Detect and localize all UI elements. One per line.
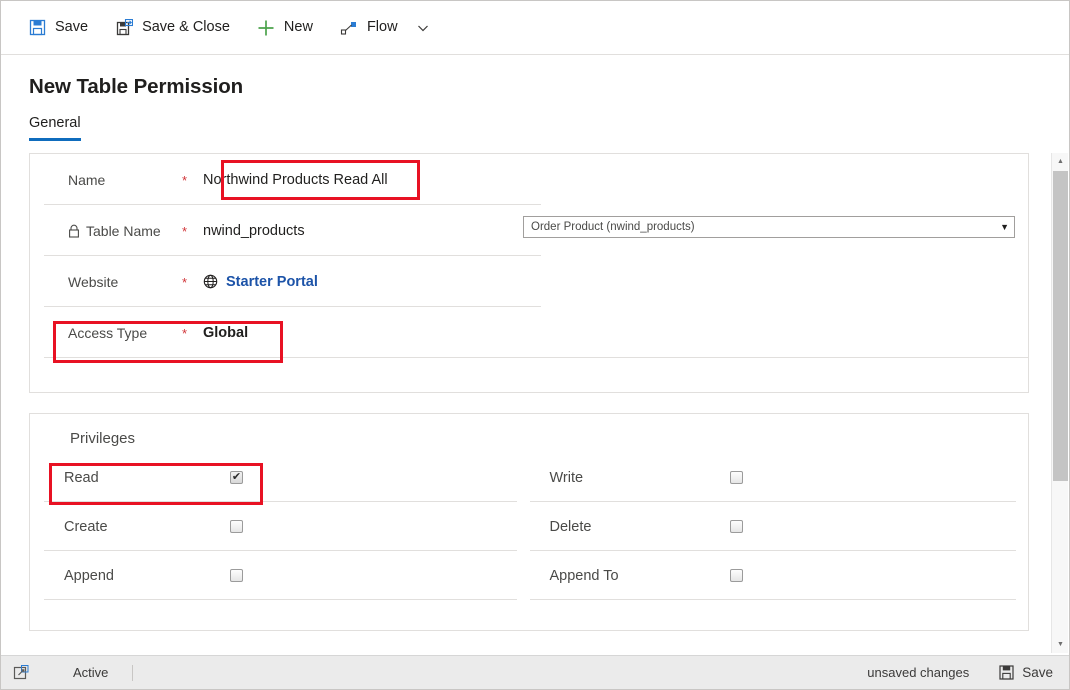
row-separator (44, 357, 1029, 358)
plus-icon (256, 18, 276, 38)
checkmark-icon: ✔ (231, 471, 242, 483)
privilege-row-append: Append (30, 551, 529, 600)
privileges-column-left: Read ✔ Create Append (30, 453, 529, 600)
privileges-column-right: Write Delete Append To (529, 453, 1029, 600)
checkbox-delete[interactable] (729, 520, 743, 533)
status-bar-right: unsaved changes Save (867, 665, 1069, 680)
table-name-lookup-dropdown[interactable]: Order Product (nwind_products) ▼ (523, 216, 1015, 238)
flow-icon (339, 18, 359, 38)
status-bar: Active unsaved changes Save (1, 655, 1069, 689)
scrollbar-thumb[interactable] (1053, 171, 1068, 481)
tabstrip: General (1, 99, 1069, 141)
field-row-access-type: Access Type * Global (30, 307, 1029, 358)
status-divider (132, 664, 134, 681)
chevron-down-icon[interactable]: ▼ (1000, 222, 1009, 232)
field-row-website: Website * Starter Portal (30, 256, 1028, 307)
flow-chevron-down-icon[interactable] (410, 9, 436, 47)
table-name-required-indicator: * (182, 224, 188, 239)
privileges-grid: Read ✔ Create Append Write Delete Append… (30, 447, 1028, 600)
privilege-label-delete: Delete (549, 518, 592, 535)
website-field-value[interactable]: Starter Portal (198, 274, 318, 290)
access-type-required-indicator: * (182, 326, 188, 341)
privilege-label-create: Create (64, 518, 108, 535)
save-button-label: Save (55, 19, 89, 36)
record-state-label: Active (73, 665, 109, 680)
table-name-label-text: Table Name (86, 222, 161, 239)
tab-general[interactable]: General (29, 115, 81, 141)
new-button[interactable]: New (246, 9, 323, 47)
privilege-row-write: Write (529, 453, 1029, 502)
checkbox-append[interactable] (230, 569, 243, 582)
name-field-value[interactable]: Northwind Products Read All (198, 172, 388, 188)
tab-general-label: General (29, 115, 81, 131)
status-save-button[interactable]: Save (999, 665, 1053, 680)
table-name-field-value[interactable]: nwind_products (198, 223, 305, 239)
command-bar: Save Save & Close New Flow (1, 1, 1069, 55)
website-field-label: Website (30, 274, 182, 290)
page-title: New Table Permission (29, 75, 244, 98)
new-button-label: New (283, 19, 313, 36)
unsaved-changes-label: unsaved changes (867, 665, 970, 680)
scroll-up-arrow-icon[interactable]: ▲ (1052, 153, 1069, 170)
checkbox-read[interactable]: ✔ (230, 471, 243, 484)
name-field-label: Name (30, 172, 182, 188)
privileges-section-card: Privileges Read ✔ Create Append Write De… (29, 413, 1029, 631)
access-type-label-text: Access Type (68, 324, 148, 341)
privilege-row-delete: Delete (529, 502, 1029, 551)
field-row-name: Name * Northwind Products Read All (30, 154, 1028, 205)
save-button[interactable]: Save (17, 9, 98, 47)
save-and-close-button[interactable]: Save & Close (104, 9, 240, 47)
globe-icon (203, 274, 218, 289)
lock-icon (68, 224, 80, 238)
access-type-field-label: Access Type (30, 325, 182, 341)
save-icon (999, 665, 1014, 680)
flow-button[interactable]: Flow (329, 9, 408, 47)
row-separator (44, 599, 517, 600)
checkbox-create[interactable] (230, 520, 243, 533)
save-and-close-label: Save & Close (142, 19, 230, 36)
privilege-row-create: Create (30, 502, 529, 551)
privileges-section-title: Privileges (70, 430, 136, 447)
form-scrollbar[interactable]: ▲ ▼ (1051, 153, 1068, 653)
name-label-text: Name (68, 171, 106, 188)
website-link[interactable]: Starter Portal (226, 274, 318, 290)
scroll-down-arrow-icon[interactable]: ▼ (1052, 636, 1069, 653)
flow-button-label: Flow (366, 19, 398, 36)
privilege-label-append: Append (64, 567, 114, 584)
save-close-icon (114, 18, 134, 38)
status-bar-left: Active (1, 664, 134, 681)
status-save-label: Save (1022, 665, 1053, 680)
access-type-field-value[interactable]: Global (198, 325, 248, 341)
row-separator (529, 599, 1016, 600)
save-icon (27, 18, 47, 38)
popout-icon[interactable] (13, 665, 29, 680)
privilege-label-read: Read (64, 469, 99, 486)
privilege-label-append-to: Append To (549, 567, 619, 584)
website-required-indicator: * (182, 275, 188, 290)
privilege-label-write: Write (549, 469, 584, 486)
checkbox-write[interactable] (729, 471, 743, 484)
name-required-indicator: * (182, 173, 188, 188)
table-permission-form-window: Save Save & Close New Flow New Table Per… (0, 0, 1070, 690)
privilege-row-append-to: Append To (529, 551, 1029, 600)
table-name-lookup-value: Order Product (nwind_products) (531, 221, 695, 233)
table-name-field-label: Table Name (30, 223, 182, 239)
website-label-text: Website (68, 273, 119, 290)
privilege-row-read: Read ✔ (30, 453, 529, 502)
general-section-card: Name * Northwind Products Read All Table… (29, 153, 1029, 393)
checkbox-append-to[interactable] (729, 569, 743, 582)
